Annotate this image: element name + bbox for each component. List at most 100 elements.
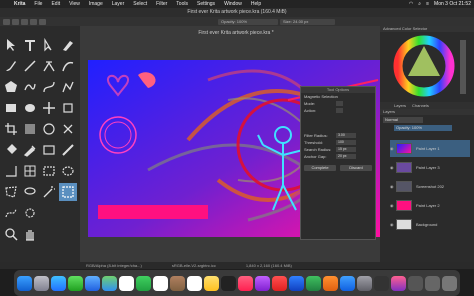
downloads-icon[interactable] <box>425 275 440 291</box>
fill-icon[interactable] <box>30 18 37 25</box>
search-icon[interactable]: ⌕ <box>418 1 421 7</box>
rectangle-tool[interactable] <box>2 99 20 117</box>
clock[interactable]: Mon 3 Oct 21:52 <box>434 1 471 7</box>
tab-layers[interactable]: Layers <box>394 102 406 109</box>
podcasts-icon[interactable] <box>255 275 270 291</box>
menu-app-name[interactable]: Krita <box>14 1 25 7</box>
menu-tools[interactable]: Tools <box>176 1 188 7</box>
layer-row[interactable]: ◉ Screenshot 202 <box>390 178 470 195</box>
blend-mode-select[interactable]: Normal <box>383 117 423 123</box>
select-shapes-tool[interactable] <box>2 36 20 54</box>
menu-window[interactable]: Window <box>224 1 242 7</box>
menu-layer[interactable]: Layer <box>112 1 125 7</box>
tab-channels[interactable]: Channels <box>412 102 429 109</box>
opacity-slider[interactable]: Opacity: 100% <box>218 18 278 25</box>
color-picker-tool[interactable] <box>21 141 39 159</box>
complete-button[interactable]: Complete <box>304 165 336 171</box>
system-preferences-icon[interactable] <box>357 275 372 291</box>
search-radius-input[interactable]: 15 px <box>336 147 356 152</box>
zoom-tool[interactable] <box>2 225 20 243</box>
perspective-grid-tool[interactable] <box>21 162 39 180</box>
bezier-select-tool[interactable] <box>2 204 20 222</box>
eraser-mode-icon[interactable] <box>39 18 46 25</box>
news-icon[interactable] <box>272 275 287 291</box>
text-tool[interactable] <box>21 36 39 54</box>
trash-icon[interactable] <box>442 275 457 291</box>
rect-select-tool[interactable] <box>40 162 58 180</box>
launchpad-icon[interactable] <box>34 275 49 291</box>
bezier-tool[interactable] <box>40 78 58 96</box>
move-tool[interactable] <box>40 99 58 117</box>
notes-icon[interactable] <box>204 275 219 291</box>
freehand-path-tool[interactable] <box>21 78 39 96</box>
magnetic-select-tool[interactable] <box>59 183 77 201</box>
measure-tool[interactable] <box>2 162 20 180</box>
color-wheel[interactable] <box>380 32 474 100</box>
smart-patch-tool[interactable] <box>59 120 77 138</box>
pages-icon[interactable] <box>323 275 338 291</box>
assistant-tool[interactable] <box>59 141 77 159</box>
krita-icon[interactable] <box>391 275 406 291</box>
preview-icon[interactable] <box>408 275 423 291</box>
photos-icon[interactable] <box>119 275 134 291</box>
menu-filter[interactable]: Filter <box>156 1 167 7</box>
numbers-icon[interactable] <box>306 275 321 291</box>
terminal-icon[interactable] <box>374 275 389 291</box>
mail-icon[interactable] <box>85 275 100 291</box>
gradient-icon[interactable] <box>12 18 19 25</box>
polygon-select-tool[interactable] <box>2 183 20 201</box>
tv-icon[interactable] <box>221 275 236 291</box>
app-store-icon[interactable] <box>340 275 355 291</box>
contiguous-select-tool[interactable] <box>40 183 58 201</box>
transform-tool[interactable] <box>59 99 77 117</box>
layer-row[interactable]: ◉ Paint Layer 3 <box>390 159 470 176</box>
crop-tool[interactable] <box>2 120 20 138</box>
similar-color-select-tool[interactable] <box>21 204 39 222</box>
reminders-icon[interactable] <box>187 275 202 291</box>
menu-file[interactable]: File <box>34 1 42 7</box>
control-center-icon[interactable]: ≡ <box>426 1 429 7</box>
menu-help[interactable]: Help <box>251 1 261 7</box>
line-tool[interactable] <box>21 57 39 75</box>
calligraphy-tool[interactable] <box>59 36 77 54</box>
pan-tool[interactable] <box>21 225 39 243</box>
brush-preset-icon[interactable] <box>3 18 10 25</box>
fill-tool[interactable] <box>2 141 20 159</box>
music-icon[interactable] <box>238 275 253 291</box>
mode-replace-button[interactable] <box>336 101 343 106</box>
pattern-icon[interactable] <box>21 18 28 25</box>
menu-edit[interactable]: Edit <box>51 1 60 7</box>
layer-row[interactable]: ◉ Paint Layer 1 <box>390 140 470 157</box>
threshold-input[interactable]: 100 <box>336 140 356 145</box>
ellipse-select-tool[interactable] <box>59 162 77 180</box>
ellipse-tool[interactable] <box>21 99 39 117</box>
menu-select[interactable]: Select <box>133 1 147 7</box>
action-select-button[interactable] <box>336 108 343 113</box>
menu-view[interactable]: View <box>69 1 80 7</box>
document-tab[interactable]: First ever Krita artwork piece.kra * <box>86 30 386 36</box>
colorize-mask-tool[interactable] <box>40 120 58 138</box>
layer-row[interactable]: ◉ Background <box>390 216 470 233</box>
polyline-tool[interactable] <box>59 78 77 96</box>
messages-icon[interactable] <box>68 275 83 291</box>
wifi-icon[interactable]: ◠ <box>409 1 413 7</box>
size-slider[interactable]: Size: 24.00 px <box>280 18 335 25</box>
discard-button[interactable]: Discard <box>340 165 372 171</box>
multibrush-tool[interactable] <box>40 57 58 75</box>
safari-icon[interactable] <box>51 275 66 291</box>
facetime-icon[interactable] <box>136 275 151 291</box>
menu-settings[interactable]: Settings <box>197 1 215 7</box>
calendar-icon[interactable] <box>153 275 168 291</box>
gradient-tool[interactable] <box>21 120 39 138</box>
layer-opacity-slider[interactable]: Opacity: 100% <box>394 125 452 131</box>
filter-radius-input[interactable]: 3.00 <box>336 133 356 138</box>
anchor-gap-input[interactable]: 20 px <box>336 154 356 159</box>
dynamic-brush-tool[interactable] <box>59 57 77 75</box>
freehand-select-tool[interactable] <box>21 183 39 201</box>
finder-icon[interactable] <box>17 275 32 291</box>
maps-icon[interactable] <box>102 275 117 291</box>
edit-shapes-tool[interactable] <box>40 36 58 54</box>
menu-image[interactable]: Image <box>89 1 103 7</box>
reference-images-tool[interactable] <box>40 141 58 159</box>
contacts-icon[interactable] <box>170 275 185 291</box>
